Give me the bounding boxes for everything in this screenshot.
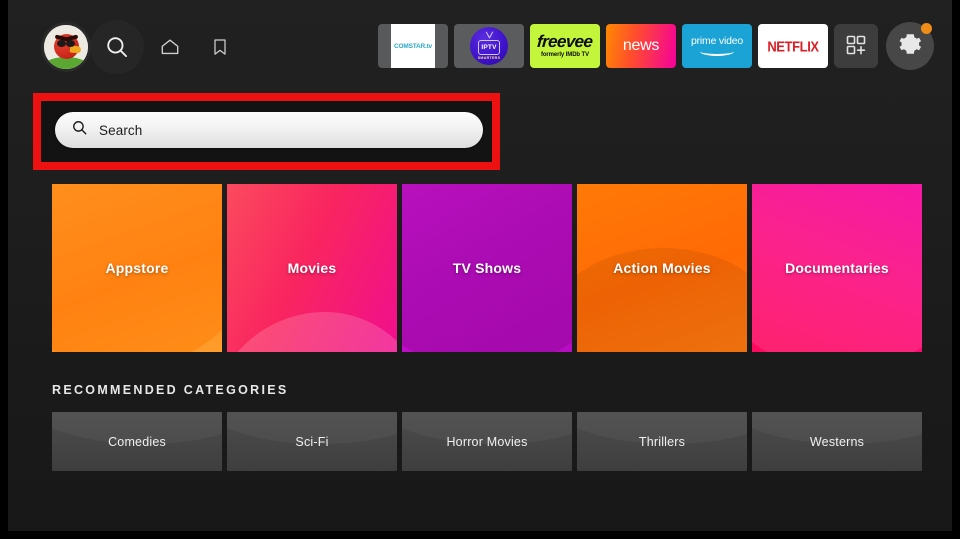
launcher-stage: COMSTAR.tv IPTV SMARTERS freevee formerl… <box>8 0 952 531</box>
category-tile-tv-shows[interactable]: TV Shows <box>402 184 572 352</box>
recommended-tile-row: Comedies Sci-Fi Horror Movies Thrillers … <box>52 412 922 471</box>
app-tile-iptv-smarters[interactable]: IPTV SMARTERS <box>454 24 524 68</box>
app-label-iptv: IPTV <box>478 40 500 55</box>
nav-bookmark-button[interactable] <box>196 23 244 71</box>
avatar-eye-right <box>66 40 75 47</box>
app-label-comstar: COMSTAR.tv <box>394 42 432 49</box>
app-tile-prime-video[interactable]: prime video <box>682 24 752 68</box>
profile-avatar[interactable] <box>44 25 88 69</box>
recommended-tile-label: Comedies <box>108 435 166 449</box>
nav-home-button[interactable] <box>146 23 194 71</box>
app-library-button[interactable] <box>834 24 878 68</box>
category-tile-label: TV Shows <box>453 260 522 276</box>
category-tile-row: Appstore Movies TV Shows Action Movies D… <box>52 184 922 352</box>
gear-icon <box>897 31 923 62</box>
amazon-smile-icon <box>700 47 734 56</box>
tv-launcher-screen: COMSTAR.tv IPTV SMARTERS freevee formerl… <box>0 0 960 539</box>
app-sublabel-freevee: formerly IMDb TV <box>541 52 589 58</box>
app-shortcut-row: COMSTAR.tv IPTV SMARTERS freevee formerl… <box>378 22 934 70</box>
bookmark-icon <box>210 36 230 58</box>
nav-search-button[interactable] <box>90 20 144 74</box>
app-tile-comstar[interactable]: COMSTAR.tv <box>378 24 448 68</box>
category-tile-appstore[interactable]: Appstore <box>52 184 222 352</box>
recommended-tile-thrillers[interactable]: Thrillers <box>577 412 747 471</box>
app-tile-freevee[interactable]: freevee formerly IMDb TV <box>530 24 600 68</box>
recommended-section-title: RECOMMENDED CATEGORIES <box>52 383 289 397</box>
category-tile-label: Action Movies <box>613 260 711 276</box>
recommended-tile-comedies[interactable]: Comedies <box>52 412 222 471</box>
search-highlight-annotation <box>33 93 500 170</box>
app-label-news: news <box>623 37 659 55</box>
top-navigation-bar: COMSTAR.tv IPTV SMARTERS freevee formerl… <box>8 0 952 92</box>
home-icon <box>159 36 181 58</box>
nav-left-group <box>44 20 244 74</box>
comstar-logo-card: COMSTAR.tv <box>391 24 435 68</box>
category-tile-movies[interactable]: Movies <box>227 184 397 352</box>
iptv-logo-orb: IPTV SMARTERS <box>470 27 508 65</box>
category-tile-label: Documentaries <box>785 260 889 276</box>
recommended-tile-westerns[interactable]: Westerns <box>752 412 922 471</box>
category-tile-action-movies[interactable]: Action Movies <box>577 184 747 352</box>
app-tile-news[interactable]: news <box>606 24 676 68</box>
app-tile-netflix[interactable]: NETFLIX <box>758 24 828 68</box>
settings-button[interactable] <box>886 22 934 70</box>
tile-decor-shape <box>227 312 397 352</box>
iptv-antenna-right <box>489 31 494 38</box>
app-label-prime-video: prime video <box>691 36 743 47</box>
recommended-tile-label: Thrillers <box>639 435 685 449</box>
recommended-tile-label: Horror Movies <box>446 435 527 449</box>
recommended-tile-label: Westerns <box>810 435 864 449</box>
recommended-tile-horror-movies[interactable]: Horror Movies <box>402 412 572 471</box>
category-tile-documentaries[interactable]: Documentaries <box>752 184 922 352</box>
category-tile-label: Movies <box>288 260 337 276</box>
app-label-netflix: NETFLIX <box>767 37 818 54</box>
recommended-tile-label: Sci-Fi <box>295 435 328 449</box>
search-icon <box>104 34 130 60</box>
app-sublabel-iptv: SMARTERS <box>470 56 508 60</box>
app-label-freevee: freevee <box>537 34 593 50</box>
category-tile-label: Appstore <box>105 260 168 276</box>
apps-grid-plus-icon <box>844 33 868 60</box>
recommended-tile-sci-fi[interactable]: Sci-Fi <box>227 412 397 471</box>
settings-notification-badge <box>921 23 932 34</box>
avatar-eye-left <box>57 40 66 47</box>
